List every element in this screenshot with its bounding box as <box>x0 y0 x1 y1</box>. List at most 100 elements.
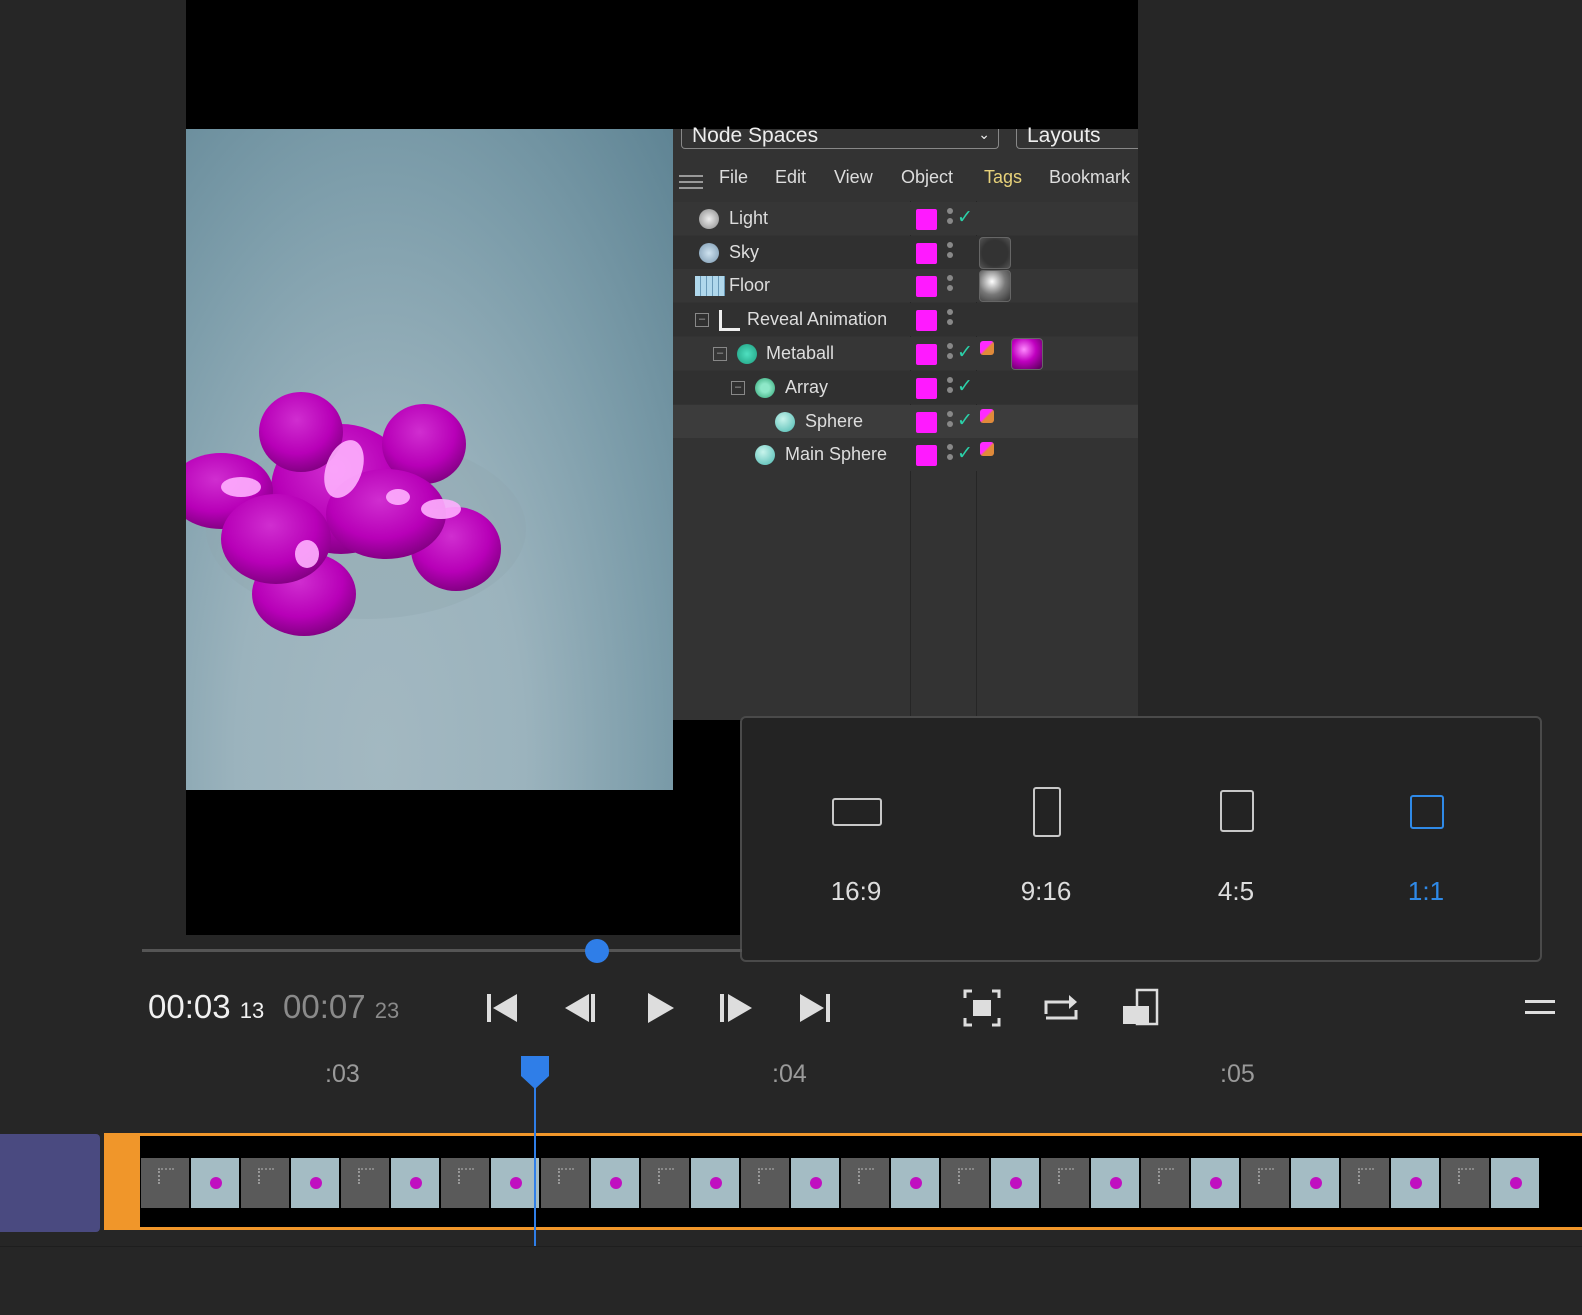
object-row-floor[interactable]: Floor <box>673 269 1138 302</box>
sky-material-tag[interactable] <box>979 237 1011 269</box>
current-timecode: 00:03 13 <box>148 988 264 1026</box>
menu-object[interactable]: Object <box>901 167 953 188</box>
duration-timecode: 00:07 23 <box>283 988 399 1026</box>
ratio-option-4-5[interactable]: 4:5 <box>1146 718 1326 958</box>
layer-color-swatch[interactable] <box>916 310 937 331</box>
node-spaces-label: Node Spaces <box>692 124 819 147</box>
video-clip[interactable] <box>104 1133 1582 1230</box>
clip-thumbnail <box>741 1158 789 1208</box>
object-name: Metaball <box>766 343 835 363</box>
collapse-icon[interactable]: – <box>695 313 709 327</box>
scrub-handle[interactable] <box>585 939 610 963</box>
go-to-end-button[interactable] <box>798 988 838 1028</box>
menu-view[interactable]: View <box>834 167 873 188</box>
clip-trim-handle[interactable] <box>104 1133 140 1230</box>
object-row-sphere[interactable]: Sphere ✓ <box>673 405 1138 438</box>
render-viewport <box>186 129 673 790</box>
clip-thumbnail <box>291 1158 339 1208</box>
square-ratio-icon <box>1410 795 1444 829</box>
object-name: Array <box>785 377 829 397</box>
hamburger-icon[interactable] <box>679 175 703 189</box>
visibility-dots[interactable] <box>947 411 953 433</box>
more-options-button[interactable] <box>1523 988 1557 1028</box>
visibility-dots[interactable] <box>947 208 953 230</box>
aspect-ratio-menu: 16:9 9:16 4:5 1:1 <box>740 716 1542 962</box>
object-row-main-sphere[interactable]: Main Sphere ✓ <box>673 438 1138 471</box>
menu-file[interactable]: File <box>719 167 748 188</box>
clip-thumbnail <box>691 1158 739 1208</box>
enabled-check-icon[interactable]: ✓ <box>957 375 973 398</box>
visibility-dots[interactable] <box>947 444 953 466</box>
aspect-ratio-icon <box>1123 988 1159 1026</box>
ratio-label: 4:5 <box>1217 876 1255 906</box>
timeline-tick: :03 <box>325 1060 360 1088</box>
object-row-metaball[interactable]: – Metaball ✓ <box>673 337 1138 370</box>
layouts-dropdown[interactable]: Layouts <box>1016 125 1138 149</box>
visibility-dots[interactable] <box>947 275 953 297</box>
enabled-check-icon[interactable]: ✓ <box>957 341 973 364</box>
enabled-check-icon[interactable]: ✓ <box>957 442 973 465</box>
go-to-start-button[interactable] <box>483 988 523 1028</box>
ratio-option-9-16[interactable]: 9:16 <box>956 718 1136 958</box>
step-forward-icon <box>720 994 752 1022</box>
menu-lines-icon <box>1525 1000 1555 1014</box>
visibility-dots[interactable] <box>947 343 953 365</box>
clip-thumbnail <box>1441 1158 1489 1208</box>
fit-frame-button[interactable] <box>962 988 1002 1028</box>
layer-color-swatch[interactable] <box>916 412 937 433</box>
node-spaces-dropdown[interactable]: Node Spaces ⌄ <box>681 125 999 149</box>
object-name: Light <box>729 208 769 228</box>
clip-thumbnail <box>791 1158 839 1208</box>
playhead-handle[interactable] <box>519 1054 551 1090</box>
play-button[interactable] <box>642 988 682 1028</box>
layer-color-swatch[interactable] <box>916 276 937 297</box>
tag-icon[interactable] <box>980 409 994 423</box>
collapse-icon[interactable]: – <box>713 347 727 361</box>
clip-thumbnail <box>1141 1158 1189 1208</box>
menu-edit[interactable]: Edit <box>775 167 806 188</box>
layer-color-swatch[interactable] <box>916 344 937 365</box>
floor-material-tag[interactable] <box>979 270 1011 302</box>
object-row-sky[interactable]: Sky <box>673 236 1138 269</box>
step-back-icon <box>565 994 595 1022</box>
loop-button[interactable] <box>1041 988 1081 1028</box>
visibility-dots[interactable] <box>947 242 953 264</box>
clip-thumbnails <box>141 1158 1581 1208</box>
clip-thumbnail <box>941 1158 989 1208</box>
ratio-label: 16:9 <box>830 876 882 906</box>
object-row-reveal-animation[interactable]: – Reveal Animation <box>673 303 1138 336</box>
clip-thumbnail <box>1391 1158 1439 1208</box>
step-forward-button[interactable] <box>718 988 758 1028</box>
aspect-ratio-button[interactable] <box>1121 988 1161 1028</box>
clip-thumbnail <box>891 1158 939 1208</box>
ratio-option-16-9[interactable]: 16:9 <box>766 718 946 958</box>
layer-color-swatch[interactable] <box>916 209 937 230</box>
enabled-check-icon[interactable]: ✓ <box>957 409 973 432</box>
visibility-dots[interactable] <box>947 377 953 399</box>
object-row-array[interactable]: – Array ✓ <box>673 371 1138 404</box>
loop-icon <box>1044 995 1078 1020</box>
layer-color-swatch[interactable] <box>916 243 937 264</box>
clip-thumbnail <box>1041 1158 1089 1208</box>
previous-clip[interactable] <box>0 1134 100 1232</box>
layer-color-swatch[interactable] <box>916 445 937 466</box>
menu-bookmark[interactable]: Bookmark <box>1049 167 1130 188</box>
scrub-bar[interactable] <box>142 949 742 952</box>
object-row-light[interactable]: Light ✓ <box>673 202 1138 235</box>
metaball-material-tag[interactable] <box>1011 338 1043 370</box>
object-name: Main Sphere <box>785 444 888 464</box>
clip-thumbnail <box>241 1158 289 1208</box>
tag-icon[interactable] <box>980 341 994 355</box>
layer-color-swatch[interactable] <box>916 378 937 399</box>
object-name: Sphere <box>805 411 864 431</box>
visibility-dots[interactable] <box>947 309 953 331</box>
collapse-icon[interactable]: – <box>731 381 745 395</box>
step-back-button[interactable] <box>563 988 603 1028</box>
metaball-render <box>186 392 526 636</box>
ratio-option-1-1[interactable]: 1:1 <box>1336 718 1516 958</box>
clip-thumbnail <box>841 1158 889 1208</box>
clip-thumbnail <box>141 1158 189 1208</box>
tag-icon[interactable] <box>980 442 994 456</box>
enabled-check-icon[interactable]: ✓ <box>957 206 973 229</box>
menu-tags[interactable]: Tags <box>984 167 1022 188</box>
